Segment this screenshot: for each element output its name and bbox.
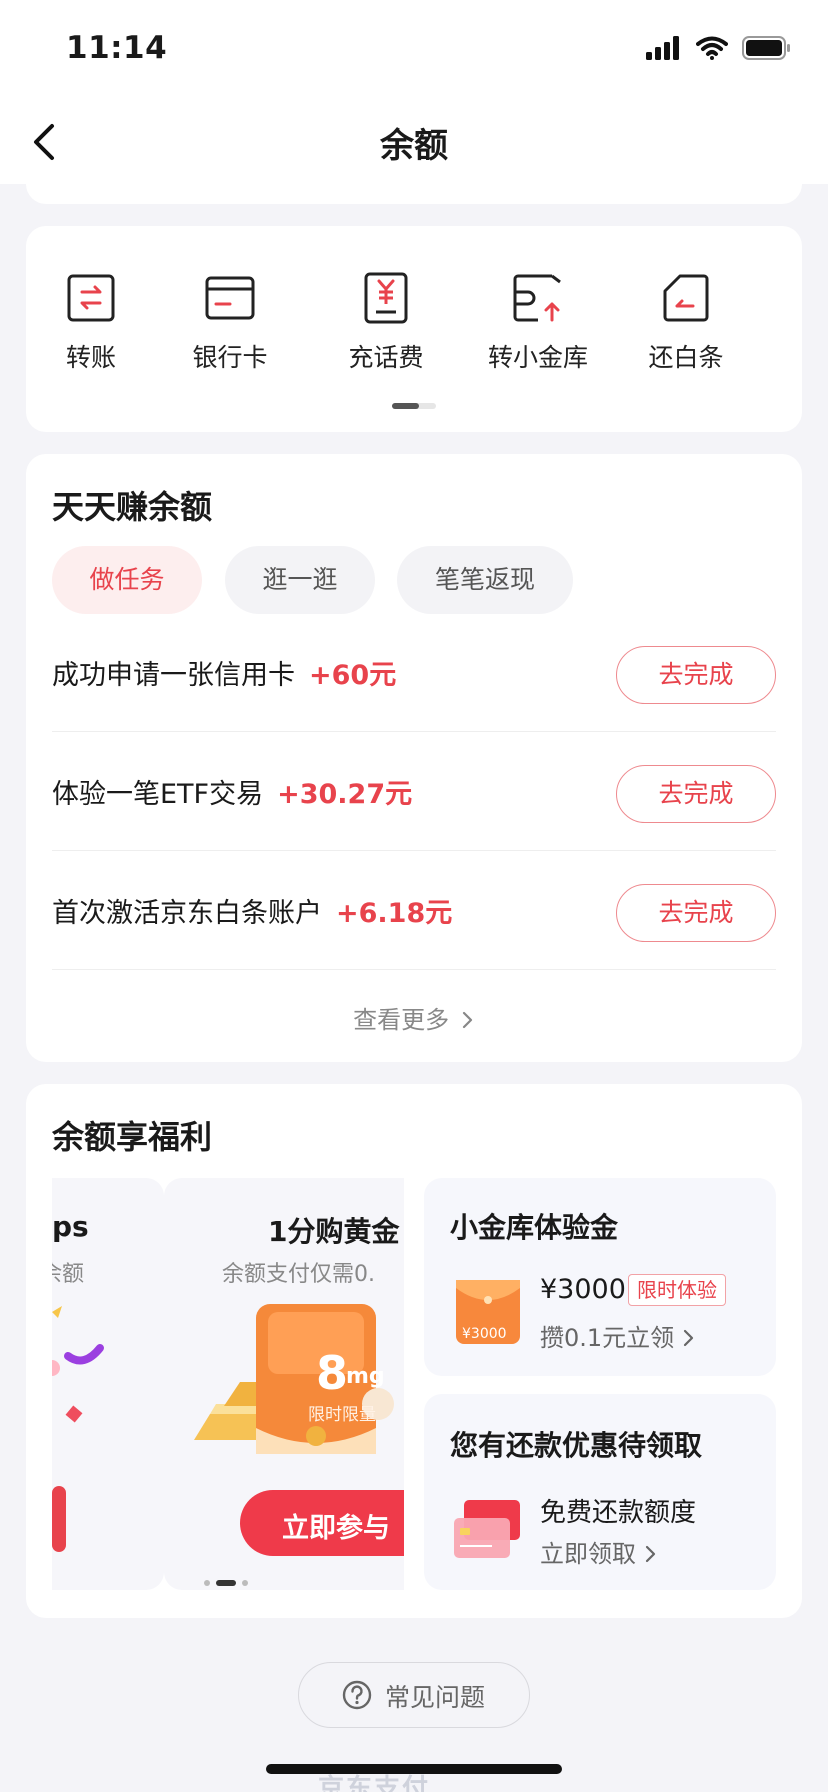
tab-browse[interactable]: 逛一逛 <box>225 546 375 614</box>
vault-action[interactable]: 攒0.1元立领 <box>540 1318 696 1353</box>
shortcut-bank-card[interactable]: 银行卡 <box>165 272 295 374</box>
vault-trial-tile[interactable]: 小金库体验金 ¥3000 ¥3000 限时体验 攒0.1元立领 <box>424 1178 776 1376</box>
wifi-icon <box>696 36 728 60</box>
section-title: 天天赚余额 <box>52 488 213 526</box>
gold-promo-banner[interactable]: 1分购黄金 余额支付仅需0. 8 mg 限时限量 立即参与 <box>164 1178 404 1590</box>
join-now-button[interactable]: 立即参与 <box>240 1490 404 1556</box>
view-more-link[interactable]: 查看更多 <box>26 1000 802 1035</box>
banner-page-indicator <box>204 1580 248 1586</box>
battery-icon <box>742 36 790 60</box>
status-bar: 11:14 <box>0 0 828 100</box>
faq-button[interactable]: 常见问题 <box>298 1662 530 1728</box>
task-complete-button[interactable]: 去完成 <box>616 646 776 704</box>
status-icons <box>646 36 792 60</box>
section-title: 余额享福利 <box>52 1118 213 1156</box>
promo-subtitle: 余额支付仅需0. <box>222 1262 375 1287</box>
task-text: 首次激活京东白条账户 <box>52 898 322 929</box>
balance-card-bottom <box>26 170 802 204</box>
shortcut-vault-transfer[interactable]: 转小金库 <box>473 272 603 374</box>
task-reward: +60元 <box>309 660 397 691</box>
chevron-right-icon <box>645 1545 655 1563</box>
repay-action[interactable]: 立即领取 <box>540 1534 658 1569</box>
question-icon <box>342 1680 372 1710</box>
view-more-label: 查看更多 <box>353 1006 450 1034</box>
trial-amount: ¥3000 <box>540 1274 626 1305</box>
tab-tasks[interactable]: 做任务 <box>52 546 202 614</box>
bank-card-icon <box>205 276 255 320</box>
task-reward: +6.18元 <box>336 898 453 929</box>
product-unit: mg <box>346 1364 385 1389</box>
task-complete-button[interactable]: 去完成 <box>616 765 776 823</box>
product-weight: 8 <box>316 1346 349 1400</box>
task-row: 首次激活京东白条账户 +6.18元 去完成 <box>52 851 776 970</box>
credit-card-icon <box>454 1500 520 1558</box>
tab-cashback[interactable]: 笔笔返现 <box>397 546 573 614</box>
shortcut-card: 转账 银行卡 充话费 转小金库 还白条 <box>26 226 802 432</box>
limited-badge: 限时体验 <box>628 1274 726 1306</box>
confetti-decoration <box>52 1306 104 1552</box>
repay-line: 免费还款额度 <box>540 1498 697 1528</box>
transfer-icon <box>67 274 115 322</box>
chevron-right-icon <box>683 1329 693 1347</box>
signal-icon <box>646 36 679 60</box>
repay-icon <box>663 274 709 322</box>
tile-title: 您有还款优惠待领取 <box>450 1429 703 1462</box>
earn-balance-card: 天天赚余额 做任务 逛一逛 笔笔返现 成功申请一张信用卡 +60元 去完成 体验一… <box>26 454 802 1062</box>
task-text: 成功申请一张信用卡 <box>52 660 295 691</box>
chevron-right-icon <box>462 1011 472 1029</box>
task-text: 体验一笔ETF交易 <box>52 779 264 810</box>
shortcut-transfer[interactable]: 转账 <box>26 272 156 374</box>
task-complete-button[interactable]: 去完成 <box>616 884 776 942</box>
shortcut-label: 转账 <box>65 343 116 372</box>
envelope-amount: ¥3000 <box>462 1326 507 1342</box>
shortcut-label: 还白条 <box>648 343 724 372</box>
product-tag: 限时限量 <box>308 1405 376 1425</box>
repay-offer-tile[interactable]: 您有还款优惠待领取 免费还款额度 立即领取 <box>424 1394 776 1590</box>
task-reward: +30.27元 <box>277 779 413 810</box>
task-row: 体验一笔ETF交易 +30.27元 去完成 <box>52 732 776 851</box>
faq-label: 常见问题 <box>385 1683 486 1712</box>
shortcut-label: 转小金库 <box>487 343 588 372</box>
promo-title: 1分购黄金 <box>268 1215 400 1248</box>
status-time: 11:14 <box>66 30 168 66</box>
shortcut-repay[interactable]: 还白条 <box>621 272 751 374</box>
page-title: 余额 <box>380 126 448 166</box>
join-now-label: 立即参与 <box>282 1513 390 1544</box>
balance-benefits-card: 余额享福利 ps 余额 1分购黄金 余额支付仅需0. <box>26 1084 802 1618</box>
shortcut-phone-recharge[interactable]: 充话费 <box>321 272 451 374</box>
phone-recharge-icon <box>364 272 408 324</box>
task-row: 成功申请一张信用卡 +60元 去完成 <box>52 613 776 732</box>
tile-title: 小金库体验金 <box>450 1211 619 1244</box>
shortcut-label: 充话费 <box>348 343 424 372</box>
home-indicator[interactable] <box>266 1764 562 1774</box>
promo-banner-prev[interactable]: ps 余额 <box>52 1178 164 1590</box>
vault-transfer-icon <box>513 274 561 322</box>
shortcut-label: 银行卡 <box>192 343 268 372</box>
shortcut-page-indicator <box>392 403 436 409</box>
